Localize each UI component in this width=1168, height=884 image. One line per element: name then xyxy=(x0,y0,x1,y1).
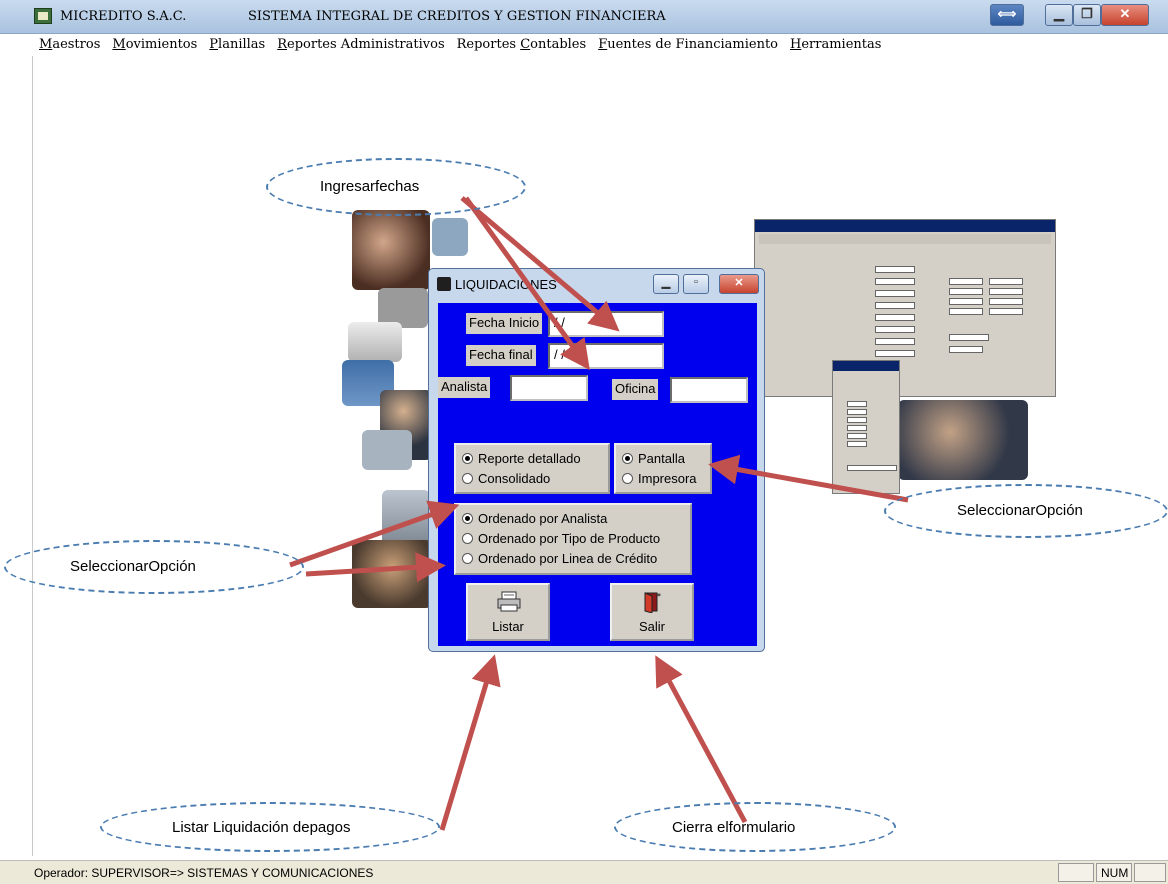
status-panel xyxy=(1134,863,1166,882)
svg-text:*: * xyxy=(657,592,661,601)
listar-button[interactable]: Listar xyxy=(466,583,550,641)
status-bar: Operador: SUPERVISOR=> SISTEMAS Y COMUNI… xyxy=(0,860,1168,884)
radio-dot xyxy=(462,553,473,564)
collage-photo xyxy=(348,322,402,362)
background-screenshot-window xyxy=(832,360,900,494)
app-name: MICREDITO S.A.C. xyxy=(60,9,187,24)
oficina-label: Oficina xyxy=(612,379,659,400)
dialog-maximize-button[interactable]: ▫ xyxy=(683,274,709,294)
radio-reporte-detallado[interactable]: Reporte detallado xyxy=(462,451,581,469)
collage-photo xyxy=(352,210,430,290)
menu-reportes-contables[interactable]: Reportes Contables xyxy=(452,34,594,56)
dialog-minimize-button[interactable]: ▁ xyxy=(653,274,679,294)
fecha-inicio-input[interactable]: / / xyxy=(548,311,664,337)
arrow-salir xyxy=(655,655,748,824)
radio-ordenado-linea-credito[interactable]: Ordenado por Linea de Crédito xyxy=(462,551,657,569)
oficina-input[interactable] xyxy=(670,377,748,403)
radio-dot xyxy=(462,513,473,524)
radio-dot xyxy=(462,453,473,464)
radio-dot xyxy=(622,473,633,484)
desktop: MICREDITO S.A.C. SISTEMA INTEGRAL DE CRE… xyxy=(0,0,1168,884)
menu-bar: Maestros Movimientos Planillas Reportes … xyxy=(34,34,888,56)
mdi-border xyxy=(32,56,33,856)
menu-fuentes-financiamiento[interactable]: Fuentes de Financiamiento xyxy=(593,34,785,56)
collage-photo xyxy=(432,218,468,256)
radio-ordenado-tipo-producto[interactable]: Ordenado por Tipo de Producto xyxy=(462,531,660,549)
menu-maestros[interactable]: Maestros xyxy=(34,34,107,56)
analista-input[interactable] xyxy=(510,375,588,401)
close-button[interactable]: ✕ xyxy=(1101,4,1149,26)
fecha-final-input[interactable]: / / xyxy=(548,343,664,369)
fecha-final-label: Fecha final xyxy=(466,345,536,366)
salir-button[interactable]: * Salir xyxy=(610,583,694,641)
menu-reportes-administrativos[interactable]: Reportes Administrativos xyxy=(272,34,451,56)
maximize-icon: ❐ xyxy=(1081,6,1093,21)
books-icon xyxy=(437,277,451,291)
radio-ordenado-analista[interactable]: Ordenado por Analista xyxy=(462,511,607,529)
callout-text-cierra: Cierra elformulario xyxy=(672,819,796,836)
callout-text-seleccionar-right: SeleccionarOpción xyxy=(957,502,1083,519)
order-group: Ordenado por Analista Ordenado por Tipo … xyxy=(454,503,692,575)
num-lock-indicator: NUM xyxy=(1096,863,1132,882)
dialog-title: LIQUIDACIONES xyxy=(455,277,557,292)
minimize-icon: ▁ xyxy=(1054,6,1064,21)
close-icon: ✕ xyxy=(734,277,744,289)
analista-label: Analista xyxy=(438,377,491,398)
exit-door-icon: * xyxy=(644,592,661,613)
menu-herramientas[interactable]: Herramientas xyxy=(785,34,888,56)
swap-icon: ⟺ xyxy=(997,6,1017,21)
callout-text-ingresar-fechas: Ingresarfechas xyxy=(320,178,420,195)
radio-consolidado[interactable]: Consolidado xyxy=(462,471,550,489)
radio-dot xyxy=(462,533,473,544)
liquidaciones-dialog: LIQUIDACIONES ▁ ▫ ✕ Fecha Inicio / / Fec… xyxy=(428,268,765,652)
menu-movimientos[interactable]: Movimientos xyxy=(107,34,204,56)
report-type-group: Reporte detallado Consolidado xyxy=(454,443,610,494)
listar-label: Listar xyxy=(492,619,524,634)
radio-impresora[interactable]: Impresora xyxy=(622,471,697,489)
maximize-button[interactable]: ❐ xyxy=(1073,4,1101,26)
app-icon xyxy=(34,8,52,24)
collage-photo xyxy=(352,540,432,608)
status-panel xyxy=(1058,863,1094,882)
minimize-button[interactable]: ▁ xyxy=(1045,4,1073,26)
collage-photo xyxy=(898,400,1028,480)
radio-dot xyxy=(622,453,633,464)
salir-label: Salir xyxy=(638,619,665,634)
minimize-icon: ▁ xyxy=(661,277,671,289)
callout-text-seleccionar-left: SeleccionarOpción xyxy=(70,558,196,575)
fecha-inicio-label: Fecha Inicio xyxy=(466,313,543,334)
radio-dot xyxy=(462,473,473,484)
window-title: SISTEMA INTEGRAL DE CREDITOS Y GESTION F… xyxy=(248,9,666,24)
background-screenshot-window xyxy=(754,219,1056,397)
title-bar[interactable]: MICREDITO S.A.C. SISTEMA INTEGRAL DE CRE… xyxy=(0,0,1168,34)
dialog-close-button[interactable]: ✕ xyxy=(719,274,759,294)
dialog-body: Fecha Inicio / / Fecha final / / Analist… xyxy=(438,303,757,646)
close-icon: ✕ xyxy=(1119,6,1131,21)
maximize-icon: ▫ xyxy=(694,276,698,288)
output-group: Pantalla Impresora xyxy=(614,443,712,494)
restore-swap-button[interactable]: ⟺ xyxy=(990,4,1024,26)
arrow-listar xyxy=(439,654,501,831)
collage-photo xyxy=(362,430,412,470)
menu-planillas[interactable]: Planillas xyxy=(204,34,272,56)
operator-status: Operador: SUPERVISOR=> SISTEMAS Y COMUNI… xyxy=(34,866,374,880)
collage-photo xyxy=(382,490,430,546)
callout-text-listar: Listar Liquidación depagos xyxy=(172,819,351,836)
radio-pantalla[interactable]: Pantalla xyxy=(622,451,685,469)
printer-icon xyxy=(497,591,521,612)
